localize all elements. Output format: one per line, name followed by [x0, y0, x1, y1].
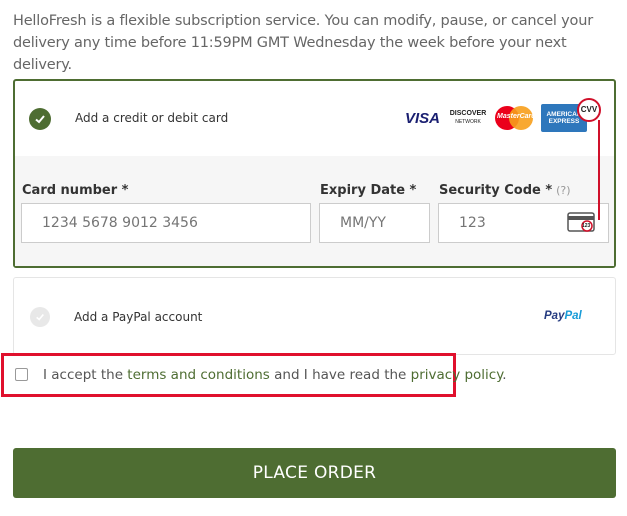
place-order-button[interactable]: PLACE ORDER — [13, 448, 616, 498]
paypal-payment-option[interactable]: Add a PayPal account PayPal — [13, 277, 616, 355]
card-brand-logos: VISA DISCOVER NETWORK MasterCard AMERICA… — [405, 103, 587, 133]
card-number-input[interactable] — [21, 203, 311, 243]
terms-link[interactable]: terms and conditions — [127, 367, 270, 383]
cvv-callout-badge: CVV — [577, 98, 601, 122]
mastercard-logo: MasterCard — [495, 105, 536, 131]
cvv-callout-line — [598, 120, 600, 220]
cvv-card-icon: 123 — [567, 212, 595, 232]
paypal-option-label: Add a PayPal account — [74, 310, 203, 324]
visa-logo: VISA — [405, 109, 441, 127]
card-option-header[interactable]: Add a credit or debit card VISA DISCOVER… — [15, 81, 614, 156]
cvv-digits: 123 — [582, 223, 591, 229]
subscription-info-text: HelloFresh is a flexible subscription se… — [13, 13, 593, 73]
paypal-logo: PayPal — [544, 310, 582, 322]
discover-logo: DISCOVER NETWORK — [449, 110, 487, 125]
security-code-help[interactable]: (?) — [556, 184, 570, 197]
privacy-policy-link[interactable]: privacy policy — [411, 367, 503, 383]
security-code-field: 123 — [438, 203, 609, 243]
card-number-label: Card number * — [22, 183, 129, 198]
expiry-date-input[interactable] — [319, 203, 430, 243]
selected-check-icon[interactable] — [29, 108, 51, 130]
card-form: Card number * Expiry Date * Security Cod… — [15, 156, 614, 266]
terms-acceptance-row: I accept the terms and conditions and I … — [1, 353, 507, 397]
card-payment-option[interactable]: Add a credit or debit card VISA DISCOVER… — [13, 79, 616, 268]
terms-checkbox[interactable] — [15, 368, 28, 381]
terms-text: I accept the terms and conditions and I … — [43, 367, 507, 383]
unselected-check-icon[interactable] — [30, 307, 50, 327]
card-option-label: Add a credit or debit card — [75, 111, 229, 125]
expiry-date-label: Expiry Date * — [320, 183, 417, 198]
security-code-label: Security Code * (?) — [439, 183, 571, 198]
